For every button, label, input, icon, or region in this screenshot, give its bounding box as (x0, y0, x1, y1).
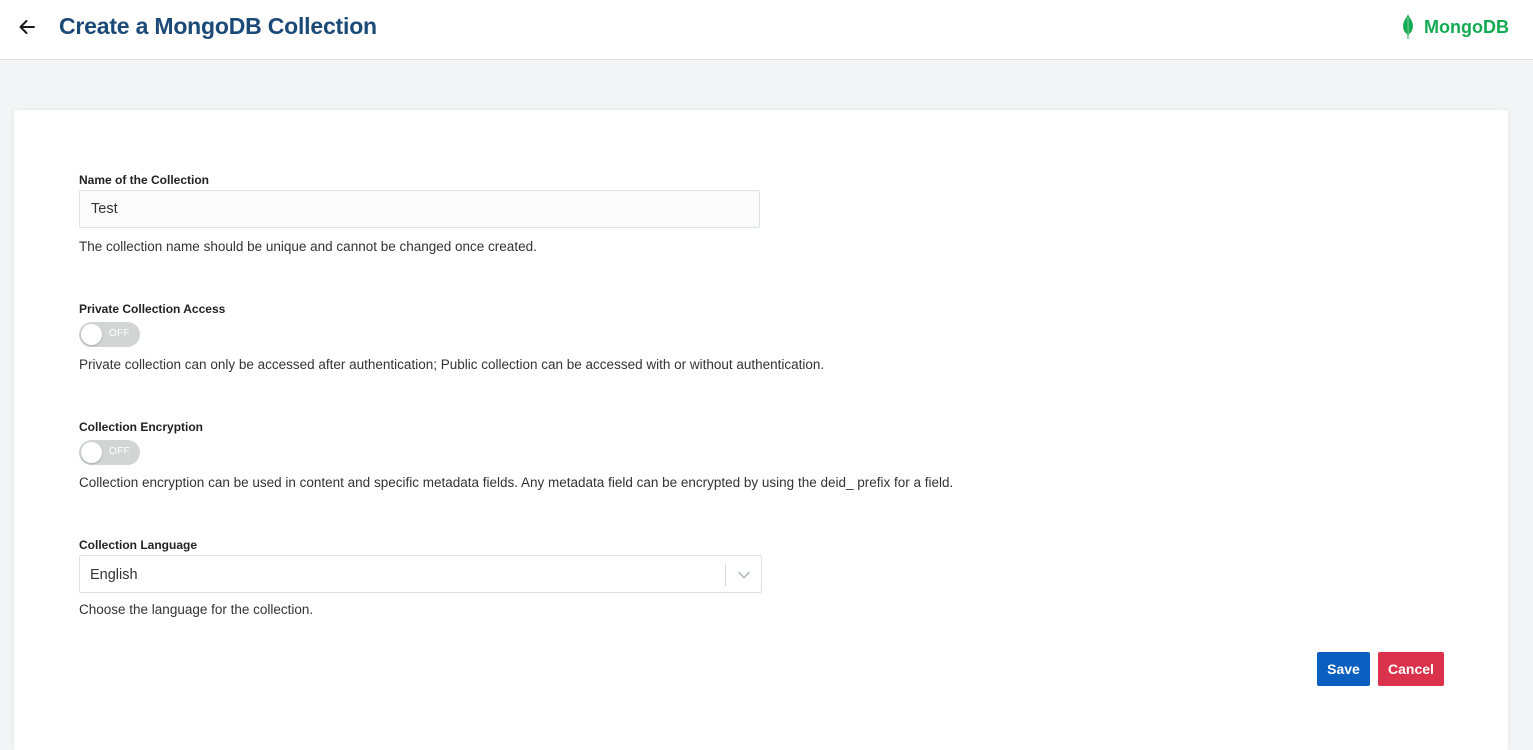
chevron-down-icon[interactable] (736, 568, 752, 582)
private-access-help: Private collection can only be accessed … (79, 357, 825, 372)
language-selected-value: English (90, 567, 138, 583)
encryption-toggle[interactable]: OFF (79, 440, 140, 465)
cancel-button[interactable]: Cancel (1378, 652, 1444, 686)
collection-name-label: Name of the Collection (79, 173, 210, 187)
brand-logo: MongoDB (1402, 14, 1509, 40)
toggle-state-text: OFF (109, 446, 130, 457)
select-separator (725, 564, 726, 586)
language-help: Choose the language for the collection. (79, 602, 314, 617)
language-select[interactable]: English (79, 555, 762, 593)
page-title: Create a MongoDB Collection (59, 13, 377, 39)
encryption-label: Collection Encryption (79, 420, 204, 434)
collection-name-input[interactable] (79, 190, 760, 228)
mongodb-leaf-icon (1403, 14, 1413, 39)
private-access-label: Private Collection Access (79, 302, 226, 316)
toggle-knob (81, 442, 102, 463)
collection-form-card: Name of the Collection The collection na… (14, 110, 1508, 750)
toggle-state-text: OFF (109, 328, 130, 339)
arrow-left-icon (19, 20, 35, 34)
toggle-knob (81, 324, 102, 345)
encryption-help: Collection encryption can be used in con… (79, 475, 954, 490)
app-header: Create a MongoDB Collection MongoDB (0, 0, 1533, 60)
collection-name-help: The collection name should be unique and… (79, 239, 537, 254)
private-access-toggle[interactable]: OFF (79, 322, 140, 347)
language-label: Collection Language (79, 538, 198, 552)
brand-name: MongoDB (1424, 16, 1509, 37)
save-button[interactable]: Save (1317, 652, 1370, 686)
back-button[interactable] (14, 14, 40, 40)
